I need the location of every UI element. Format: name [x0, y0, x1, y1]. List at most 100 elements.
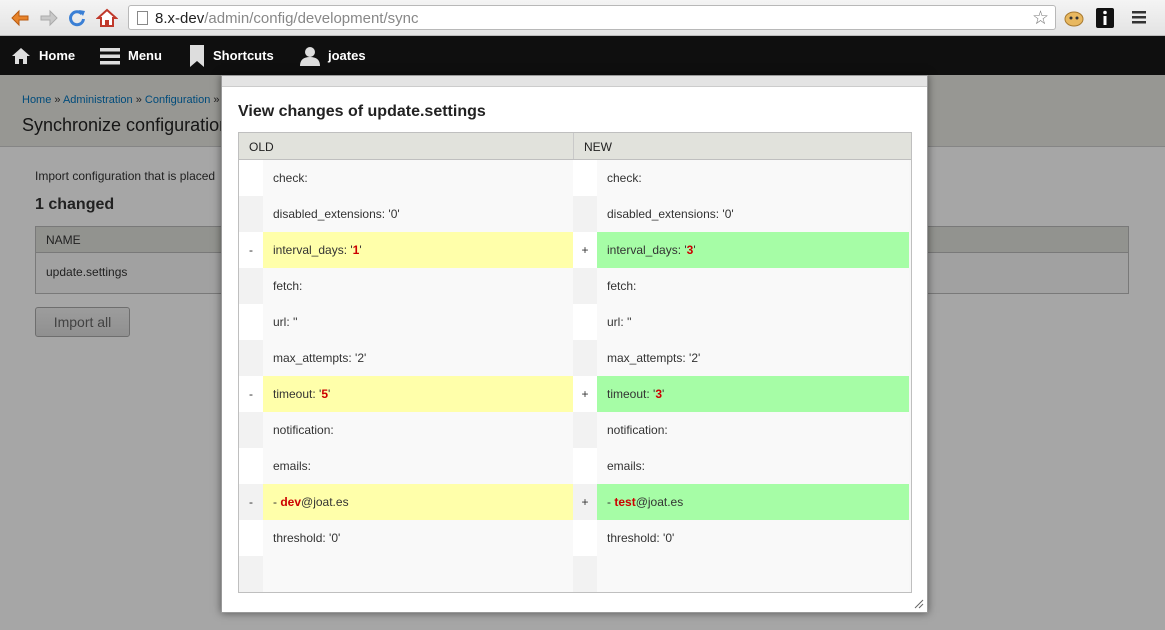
- old-line-text: @joat.es: [301, 495, 349, 509]
- old-changed-value: 1: [352, 243, 360, 257]
- diff-row: disabled_extensions: '0' disabled_extensi…: [239, 196, 911, 232]
- new-marker: +: [573, 484, 597, 520]
- old-line: max_attempts: '2': [263, 340, 573, 376]
- new-line: timeout: ' 3 ': [597, 376, 909, 412]
- new-changed-value: test: [614, 495, 636, 509]
- diff-row: [239, 556, 911, 592]
- new-line-text: check:: [607, 171, 642, 185]
- home-button[interactable]: [95, 6, 119, 30]
- toolbar-user-label: joates: [328, 48, 366, 63]
- old-marker: [239, 268, 263, 304]
- browser-toolbar: 8.x-dev/admin/config/development/sync ☆: [0, 0, 1165, 36]
- new-line: fetch:: [597, 268, 909, 304]
- old-line-text: ': [328, 387, 331, 401]
- new-line: [597, 556, 909, 592]
- new-line: notification:: [597, 412, 909, 448]
- url-text: 8.x-dev/admin/config/development/sync: [155, 10, 419, 27]
- diff-dialog: View changes of update.settings OLD NEW …: [221, 75, 928, 613]
- old-line: url: '': [263, 304, 573, 340]
- bookmark-star-icon[interactable]: ☆: [1032, 7, 1049, 30]
- url-path: /admin/config/development/sync: [204, 10, 419, 27]
- old-line: - dev @joat.es: [263, 484, 573, 520]
- new-line-text: notification:: [607, 423, 668, 437]
- new-marker: [573, 520, 597, 556]
- diff-row: max_attempts: '2' max_attempts: '2': [239, 340, 911, 376]
- toolbar-menu-label: Menu: [128, 48, 162, 63]
- diff-row: notification: notification:: [239, 412, 911, 448]
- old-marker: [239, 160, 263, 196]
- resize-handle-icon[interactable]: [914, 599, 924, 609]
- new-line-text: interval_days: ': [607, 243, 687, 257]
- column-header-new: NEW: [584, 140, 612, 154]
- new-marker: [573, 304, 597, 340]
- new-line-text: max_attempts: '2': [607, 351, 701, 365]
- old-line-text: disabled_extensions: '0': [273, 207, 400, 221]
- new-line: - test @joat.es: [597, 484, 909, 520]
- diff-row: check: check:: [239, 160, 911, 196]
- hamburger-icon: [100, 47, 120, 64]
- extension-face-icon[interactable]: [1063, 8, 1084, 28]
- new-marker: +: [573, 376, 597, 412]
- dialog-titlebar[interactable]: [222, 76, 927, 87]
- new-marker: [573, 448, 597, 484]
- old-line-text: -: [273, 495, 281, 509]
- old-line-text: url: '': [273, 315, 298, 329]
- diff-row: emails: emails:: [239, 448, 911, 484]
- old-line-text: fetch:: [273, 279, 303, 293]
- toolbar-user[interactable]: joates: [300, 36, 366, 75]
- old-line-text: emails:: [273, 459, 312, 473]
- diff-rows: check: check: disabled_extensions: '0' disa…: [239, 160, 911, 592]
- new-line: disabled_extensions: '0': [597, 196, 909, 232]
- old-marker: -: [239, 484, 263, 520]
- toolbar-home[interactable]: Home: [11, 36, 75, 75]
- old-line-text: timeout: ': [273, 387, 322, 401]
- old-line-text: ': [359, 243, 362, 257]
- toolbar-menu[interactable]: Menu: [100, 36, 162, 75]
- old-marker: [239, 520, 263, 556]
- new-line: check:: [597, 160, 909, 196]
- old-marker: [239, 412, 263, 448]
- forward-arrow-icon: [40, 9, 58, 27]
- old-marker: [239, 556, 263, 592]
- new-line: url: '': [597, 304, 909, 340]
- forward-button[interactable]: [37, 6, 61, 30]
- diff-header: OLD NEW: [239, 133, 911, 160]
- new-line: max_attempts: '2': [597, 340, 909, 376]
- new-line-text: emails:: [607, 459, 646, 473]
- toolbar-shortcuts-label: Shortcuts: [213, 48, 274, 63]
- dialog-heading: View changes of update.settings: [238, 103, 486, 120]
- new-line-text: ': [662, 387, 665, 401]
- diff-row: threshold: '0' threshold: '0': [239, 520, 911, 556]
- old-marker: -: [239, 376, 263, 412]
- back-arrow-icon: [11, 9, 29, 27]
- reload-button[interactable]: [65, 6, 89, 30]
- old-line: fetch:: [263, 268, 573, 304]
- new-line: emails:: [597, 448, 909, 484]
- address-bar[interactable]: 8.x-dev/admin/config/development/sync ☆: [128, 5, 1056, 30]
- diff-table: OLD NEW check: check: disabled_extensions:…: [238, 132, 912, 593]
- old-marker: [239, 196, 263, 232]
- new-line-text: threshold: '0': [607, 531, 675, 545]
- new-line-text: -: [607, 495, 615, 509]
- old-line-text: notification:: [273, 423, 334, 437]
- toolbar-home-label: Home: [39, 48, 76, 63]
- old-line: check:: [263, 160, 573, 196]
- back-button[interactable]: [8, 6, 32, 30]
- old-line: disabled_extensions: '0': [263, 196, 573, 232]
- old-marker: [239, 304, 263, 340]
- new-line-text: timeout: ': [607, 387, 656, 401]
- new-line-text: url: '': [607, 315, 632, 329]
- reload-icon: [69, 10, 85, 27]
- new-line: threshold: '0': [597, 520, 909, 556]
- old-marker: -: [239, 232, 263, 268]
- old-changed-value: dev: [280, 495, 302, 509]
- new-changed-value: 3: [655, 387, 662, 401]
- info-extension-icon[interactable]: [1096, 8, 1116, 28]
- old-line: timeout: ' 5 ': [263, 376, 573, 412]
- new-line-text: disabled_extensions: '0': [607, 207, 734, 221]
- toolbar-shortcuts[interactable]: Shortcuts: [189, 36, 274, 75]
- old-changed-value: 5: [321, 387, 328, 401]
- browser-menu-icon[interactable]: [1131, 8, 1151, 28]
- old-line: emails:: [263, 448, 573, 484]
- old-line-text: check:: [273, 171, 308, 185]
